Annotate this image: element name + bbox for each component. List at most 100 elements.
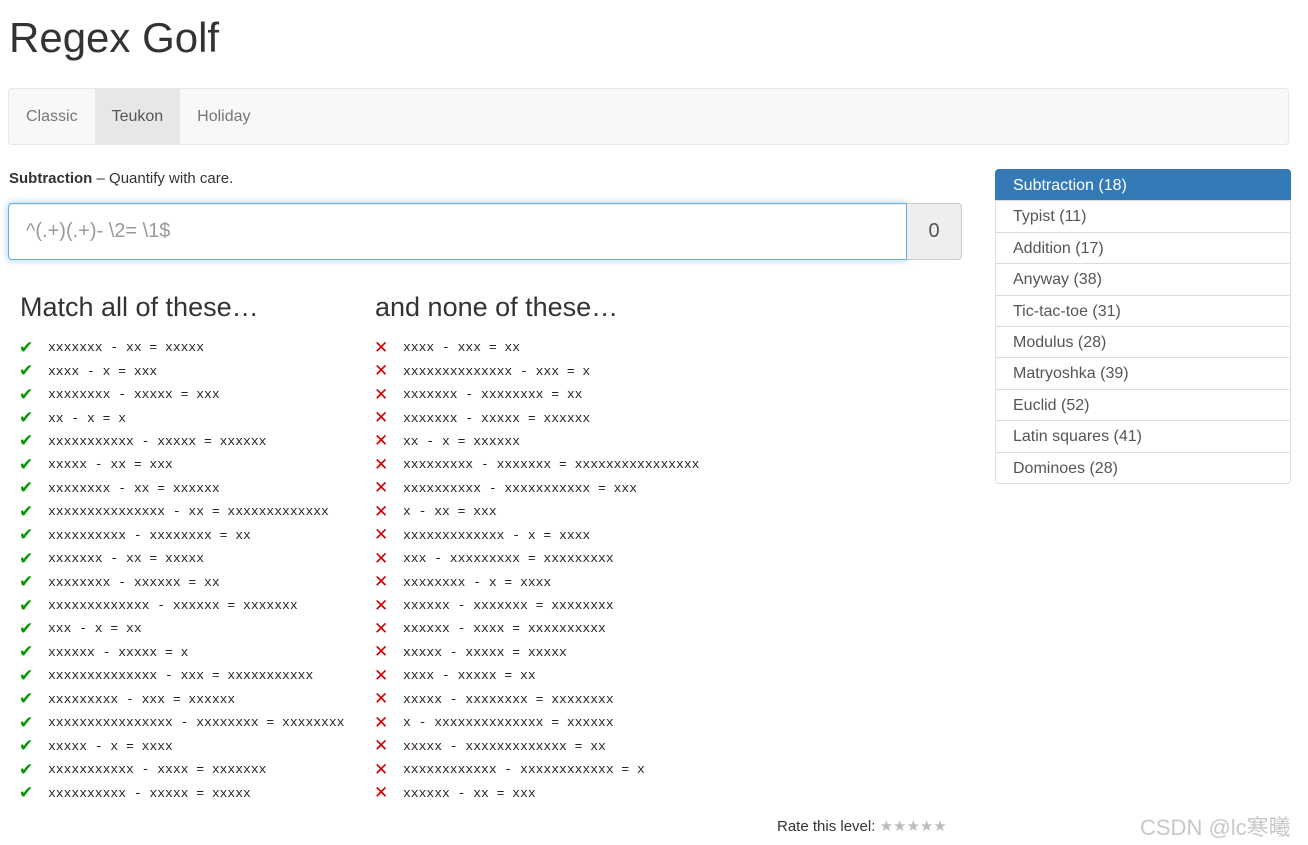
word-text: xxxxxxxx - xx = xxxxxx <box>48 480 220 496</box>
tab-classic[interactable]: Classic <box>9 89 95 144</box>
list-item: ✔ xxxxxxxxxxxxxxxx - xxxxxxxx = xxxxxxxx <box>19 711 344 734</box>
word-text: xxxx - xxx = xx <box>403 340 521 356</box>
list-item: ✕ xxxx - xxxxx = xx <box>374 664 699 687</box>
cross-icon: ✕ <box>374 736 389 757</box>
list-item: ✕ xxxxxx - xxxxxxx = xxxxxxxx <box>374 594 699 617</box>
list-item: ✔ xxxxxxxx - xx = xxxxxx <box>19 477 344 500</box>
word-text: xxxxxxx - xx = xxxxx <box>48 551 205 567</box>
check-icon: ✔ <box>19 548 34 569</box>
list-item: ✔ xxxxxxxx - xxxxx = xxx <box>19 383 344 406</box>
list-item: ✔ xxxxxxxxxx - xxxxxxxx = xx <box>19 524 344 547</box>
list-item: ✔ xxxxxx - xxxxx = x <box>19 641 344 664</box>
word-text: xxxxxxxxxx - xxxxx = xxxxx <box>48 785 251 801</box>
word-text: xxxxxxxxxxxxx - xxxxxx = xxxxxxx <box>48 598 298 614</box>
word-text: xxxxxxxxxxxxxx - xxx = xxxxxxxxxxx <box>48 668 314 684</box>
list-item: ✕ xxxxxxxxx - xxxxxxx = xxxxxxxxxxxxxxxx <box>374 453 699 476</box>
regex-input-group: 0 <box>8 203 962 260</box>
word-text: xxxxxxx - xxxxxxxx = xx <box>403 387 583 403</box>
check-icon: ✔ <box>19 431 34 452</box>
word-text: xxxxx - xx = xxx <box>48 457 173 473</box>
list-item: ✔ xxxxxxxxxxxxx - xxxxxx = xxxxxxx <box>19 594 344 617</box>
list-item: ✕ xxxx - xxx = xx <box>374 336 699 359</box>
level-list: Subtraction (18) Typist (11) Addition (17)… <box>995 169 1291 484</box>
cross-icon: ✕ <box>374 689 389 710</box>
word-text: xxxxxx - xxxxx = x <box>48 644 189 660</box>
list-item: ✔ xxxxxxxx - xxxxxx = xx <box>19 570 344 593</box>
cross-icon: ✕ <box>374 618 389 639</box>
level-item[interactable]: Tic-tac-toe (31) <box>995 294 1291 327</box>
list-item: ✕ xxxxxxxxxxxxxx - xxx = x <box>374 359 699 382</box>
level-item[interactable]: Dominoes (28) <box>995 451 1291 484</box>
level-item[interactable]: Latin squares (41) <box>995 420 1291 453</box>
score-display: 0 <box>907 203 962 260</box>
word-text: xxxxxxxxxx - xxxxxxxxxxx = xxx <box>403 480 638 496</box>
list-item: ✔ xxxxxxxxxxx - xxxx = xxxxxxx <box>19 758 344 781</box>
level-item[interactable]: Anyway (38) <box>995 263 1291 296</box>
match-list: ✔ xxxxxxx - xx = xxxxx ✔ xxxx - x = xxx ✔ xxx… <box>19 336 344 805</box>
level-item[interactable]: Typist (11) <box>995 200 1291 233</box>
cross-icon: ✕ <box>374 384 389 405</box>
check-icon: ✔ <box>19 337 34 358</box>
word-text: xxxxxxxxxxxxx - x = xxxx <box>403 527 591 543</box>
level-item[interactable]: Addition (17) <box>995 231 1291 265</box>
level-item[interactable]: Subtraction (18) <box>995 169 1291 202</box>
list-item: ✕ xxxxxxxxxxxxx - x = xxxx <box>374 524 699 547</box>
list-item: ✕ xxxxxxxxxxxx - xxxxxxxxxxxx = x <box>374 758 699 781</box>
check-icon: ✔ <box>19 642 34 663</box>
level-item[interactable]: Matryoshka (39) <box>995 357 1291 390</box>
check-icon: ✔ <box>19 525 34 546</box>
word-text: xxxxxxxxxxxx - xxxxxxxxxxxx = x <box>403 762 645 778</box>
cross-icon: ✕ <box>374 361 389 382</box>
check-icon: ✔ <box>19 759 34 780</box>
check-icon: ✔ <box>19 454 34 475</box>
list-item: ✕ xxxxx - xxxxxxxxxxxxx = xx <box>374 734 699 757</box>
list-item: ✕ xxxxxxxxxx - xxxxxxxxxxx = xxx <box>374 477 699 500</box>
word-text: xxx - x = xx <box>48 621 142 637</box>
list-item: ✕ xxxxx - xxxxx = xxxxx <box>374 641 699 664</box>
list-item: ✕ xxxxxxxx - x = xxxx <box>374 570 699 593</box>
tab-teukon[interactable]: Teukon <box>94 89 181 144</box>
list-item: ✔ xxxxxxxxx - xxx = xxxxxx <box>19 688 344 711</box>
cross-icon: ✕ <box>374 525 389 546</box>
check-icon: ✔ <box>19 595 34 616</box>
list-item: ✔ xxxxx - x = xxxx <box>19 734 344 757</box>
word-text: xx - x = xxxxxx <box>403 433 521 449</box>
check-icon: ✔ <box>19 712 34 733</box>
star-rating-icon[interactable]: ★★★★★ <box>880 818 947 835</box>
list-item: ✔ xxxxxxx - xx = xxxxx <box>19 336 344 359</box>
regex-input[interactable] <box>8 203 907 260</box>
word-text: xxxx - x = xxx <box>48 363 158 379</box>
word-text: xxxxxxx - xxxxx = xxxxxx <box>403 410 591 426</box>
check-icon: ✔ <box>19 361 34 382</box>
list-item: ✕ xx - x = xxxxxx <box>374 430 699 453</box>
level-description: Subtraction – Quantify with care. <box>9 170 233 187</box>
list-item: ✔ xxxxxxxxxxxxxx - xxx = xxxxxxxxxxx <box>19 664 344 687</box>
word-text: xxxxxxxxxx - xxxxxxxx = xx <box>48 527 251 543</box>
word-text: xxxx - xxxxx = xx <box>403 668 536 684</box>
level-item[interactable]: Euclid (52) <box>995 388 1291 422</box>
word-text: xxxxxxxxx - xxxxxxx = xxxxxxxxxxxxxxxx <box>403 457 700 473</box>
cross-icon: ✕ <box>374 408 389 429</box>
cross-icon: ✕ <box>374 783 389 804</box>
app-title: Regex Golf <box>9 14 220 61</box>
cross-icon: ✕ <box>374 454 389 475</box>
rating: Rate this level: ★★★★★ <box>777 817 947 835</box>
level-name: Subtraction <box>9 170 93 187</box>
check-icon: ✔ <box>19 665 34 686</box>
word-text: xxxxx - xxxxxxxx = xxxxxxxx <box>403 691 614 707</box>
word-text: x - xxxxxxxxxxxxxx = xxxxxx <box>403 715 614 731</box>
word-text: xxxxxxxx - xxxxx = xxx <box>48 387 220 403</box>
list-item: ✕ xxxxxx - xx = xxx <box>374 781 699 804</box>
level-tagline: Quantify with care. <box>109 170 234 187</box>
word-text: xxxxxx - xxxx = xxxxxxxxxx <box>403 621 606 637</box>
word-text: xxxxxxxx - xxxxxx = xx <box>48 574 220 590</box>
list-item: ✕ xxxxx - xxxxxxxx = xxxxxxxx <box>374 688 699 711</box>
cross-icon: ✕ <box>374 431 389 452</box>
tab-holiday[interactable]: Holiday <box>180 89 267 144</box>
level-item[interactable]: Modulus (28) <box>995 325 1291 359</box>
list-item: ✔ xxxxxxxxxx - xxxxx = xxxxx <box>19 781 344 804</box>
word-text: xxxxxxxxxxx - xxxxx = xxxxxx <box>48 433 267 449</box>
list-item: ✕ xxx - xxxxxxxxx = xxxxxxxxx <box>374 547 699 570</box>
word-text: xxxxxxxxxxxxxx - xxx = x <box>403 363 591 379</box>
cross-icon: ✕ <box>374 712 389 733</box>
